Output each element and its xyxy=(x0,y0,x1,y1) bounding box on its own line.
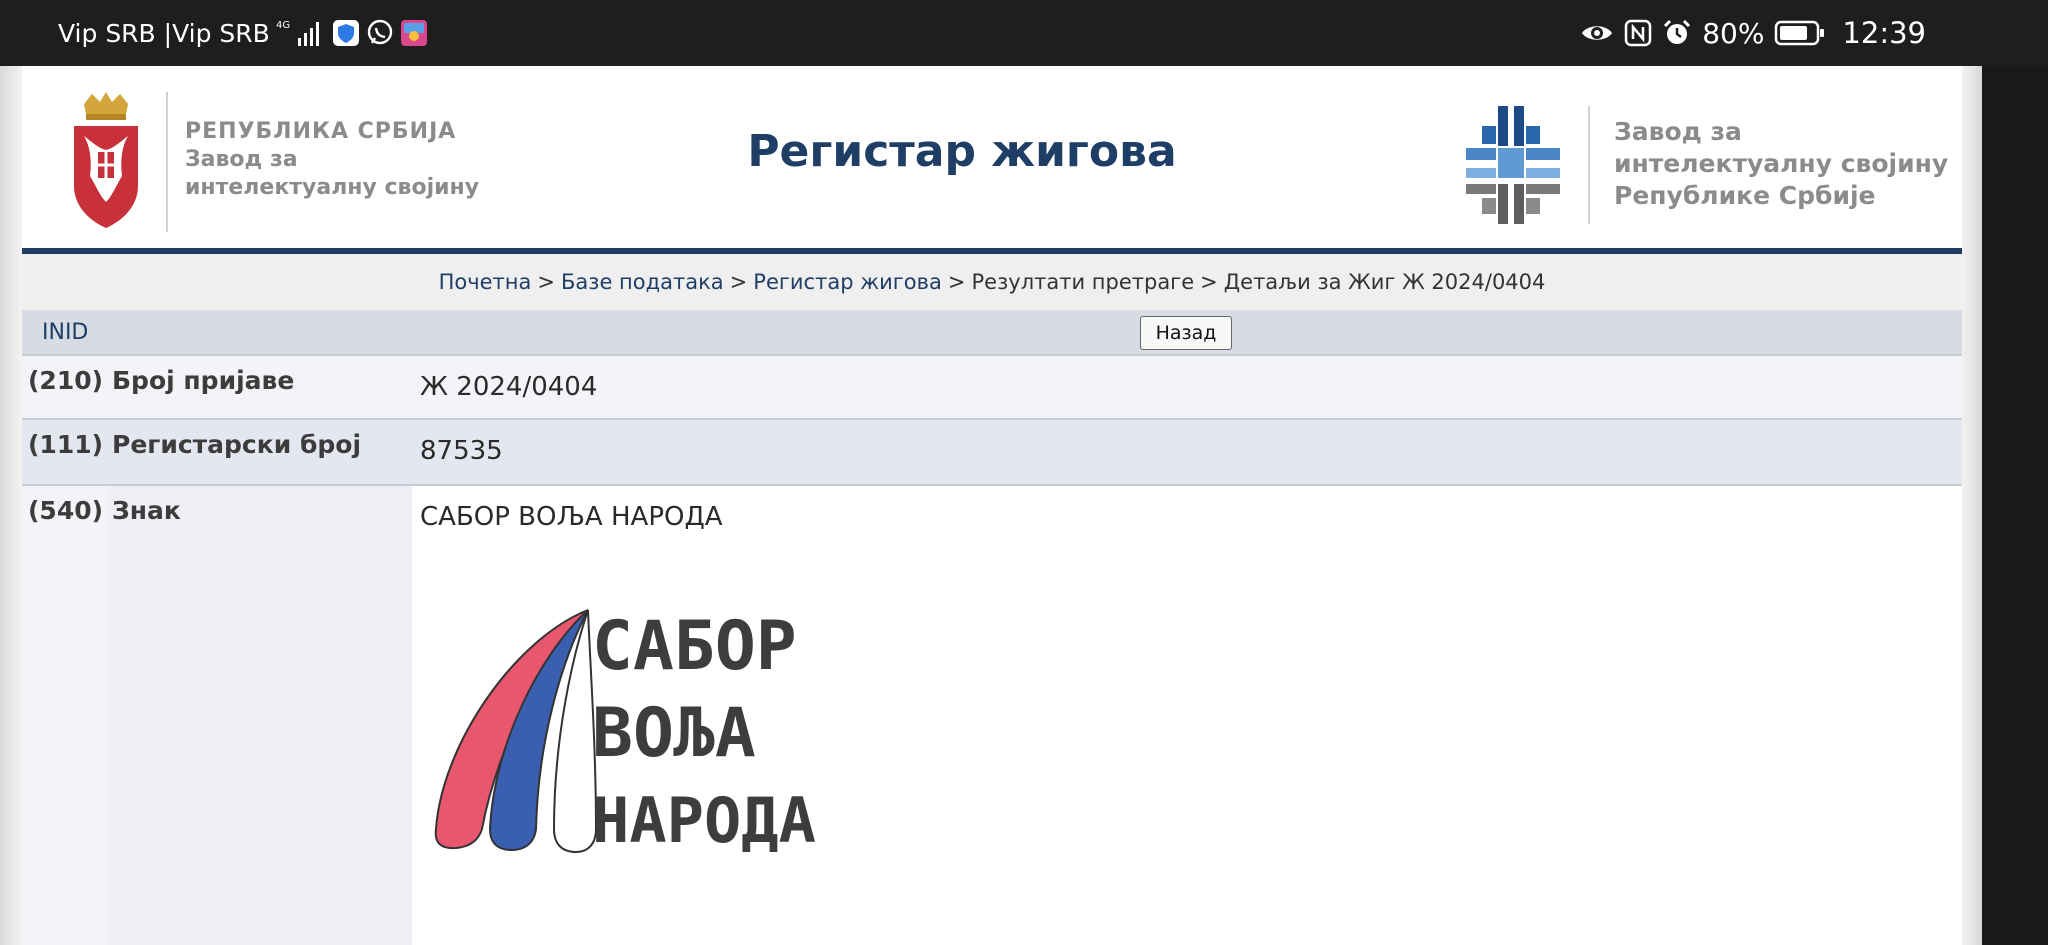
status-bar-left: Vip SRB |Vip SRB 4G xyxy=(58,18,428,48)
status-bar-right: 80% 12:39 xyxy=(1580,16,1926,50)
mark-line-3: НАРОДА xyxy=(592,784,816,857)
detail-row-application-number: (210) Број пријаве Ж 2024/0404 xyxy=(22,356,1962,420)
breadcrumb-separator: > xyxy=(947,270,966,294)
breadcrumb-home[interactable]: Почетна xyxy=(439,270,532,294)
game-app-icon xyxy=(400,19,428,47)
site-header: РЕПУБЛИКА СРБИЈА Завод за интелектуалну … xyxy=(22,66,1962,254)
field-value: САБОР ВОЉА НАРОДА xyxy=(420,502,723,532)
field-label: Знак xyxy=(112,496,181,525)
breadcrumb: Почетна > Базе података > Регистар жигова > Ре… xyxy=(22,254,1962,310)
breadcrumb-current: Детаљи за Жиг Ж 2024/0404 xyxy=(1223,270,1546,294)
inid-code: (210) xyxy=(28,366,104,395)
battery-percent: 80% xyxy=(1702,16,1765,50)
eye-icon xyxy=(1580,21,1614,45)
inid-code: (540) xyxy=(28,496,104,525)
shield-app-icon xyxy=(332,19,360,47)
viber-icon xyxy=(366,19,394,47)
breadcrumb-separator: > xyxy=(537,270,555,294)
breadcrumb-separator: > xyxy=(729,270,748,294)
org-right-line3: Републике Србије xyxy=(1614,181,1876,210)
detail-row-mark: (540) Знак САБОР ВОЉА НАРОДА САБОР ВОЉА … xyxy=(22,486,1962,945)
right-edge xyxy=(1962,66,1982,945)
clock: 12:39 xyxy=(1842,16,1926,50)
signal-icon: 4G xyxy=(276,18,326,48)
field-label: Број пријаве xyxy=(112,366,295,395)
inid-code: (111) xyxy=(28,430,104,459)
org-left-line3: интелектуалну својину xyxy=(185,175,480,200)
header-divider-right xyxy=(1588,106,1590,224)
carrier-label: Vip SRB |Vip SRB xyxy=(58,18,270,48)
alarm-icon xyxy=(1662,18,1692,48)
inid-label: INID xyxy=(42,320,89,345)
breadcrumb-databases[interactable]: Базе података xyxy=(561,270,724,294)
institute-logo-icon xyxy=(1466,106,1560,224)
detail-row-registration-number: (111) Регистарски број 87535 xyxy=(22,420,1962,486)
web-page: РЕПУБЛИКА СРБИЈА Завод за интелектуалну … xyxy=(22,66,1962,945)
left-edge xyxy=(0,66,22,945)
trademark-logo-icon: САБОР ВОЉА НАРОДА xyxy=(434,607,816,857)
battery-icon xyxy=(1774,19,1826,47)
row-label-cell xyxy=(22,486,412,945)
side-strip xyxy=(1982,66,2048,945)
mark-line-1: САБОР xyxy=(592,607,797,686)
network-type-label: 4G xyxy=(276,20,290,31)
mark-line-2: ВОЉА xyxy=(592,694,756,773)
inid-bar: INID Назад xyxy=(22,310,1962,356)
org-right-line2: интелектуалну својину xyxy=(1614,149,1949,178)
breadcrumb-trademark-register[interactable]: Регистар жигова xyxy=(753,270,942,294)
nfc-icon xyxy=(1624,19,1652,47)
status-bar: Vip SRB |Vip SRB 4G 80% 12:39 xyxy=(0,0,2048,66)
trademark-image: САБОР ВОЉА НАРОДА xyxy=(420,544,910,944)
breadcrumb-separator: > xyxy=(1200,270,1218,294)
field-value: 87535 xyxy=(420,436,503,466)
field-value: Ж 2024/0404 xyxy=(420,372,598,402)
org-right-line1: Завод за xyxy=(1614,117,1742,146)
breadcrumb-search-results: Резултати претраге xyxy=(971,270,1195,294)
field-label: Регистарски број xyxy=(112,430,362,459)
back-button[interactable]: Назад xyxy=(1140,316,1232,350)
org-name-right: Завод за интелектуалну својину Републике… xyxy=(1614,116,1948,212)
